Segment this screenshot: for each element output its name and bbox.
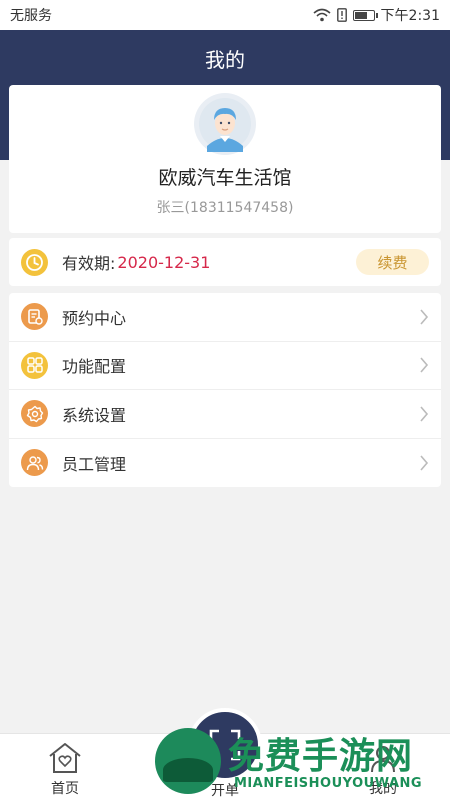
renew-button[interactable]: 续费 — [356, 249, 429, 275]
nav-mine-label: 我的 — [369, 781, 397, 797]
validity-card: 有效期: 2020-12-31 续费 — [9, 238, 441, 286]
nav-mine[interactable]: 我的 — [343, 742, 423, 798]
staff-icon — [21, 449, 48, 477]
home-heart-icon — [49, 743, 81, 773]
scan-icon — [209, 729, 241, 761]
sim-alert-icon — [336, 8, 347, 22]
nav-home-label: 首页 — [51, 781, 79, 797]
clock-text: 下午2:31 — [380, 8, 440, 24]
shop-name: 欧威汽车生活馆 — [158, 167, 292, 189]
user-icon — [371, 746, 395, 773]
nav-open-order[interactable]: 开单 — [185, 780, 265, 800]
menu-item-system-settings[interactable]: 系统设置 — [9, 390, 441, 439]
chevron-right-icon — [420, 309, 429, 325]
menu-item-feature-config[interactable]: 功能配置 — [9, 342, 441, 390]
menu-list: 预约中心 功能配置 系统设置 员工管理 — [9, 293, 441, 487]
chevron-right-icon — [420, 455, 429, 471]
nav-home[interactable]: 首页 — [25, 742, 105, 798]
chevron-right-icon — [420, 406, 429, 422]
user-avatar-icon[interactable] — [194, 93, 256, 155]
menu-item-appointment-center[interactable]: 预约中心 — [9, 293, 441, 342]
carrier-text: 无服务 — [10, 8, 52, 24]
gear-icon — [21, 400, 48, 428]
nav-open-label: 开单 — [211, 783, 239, 799]
chevron-right-icon — [420, 357, 429, 373]
appointment-icon — [21, 303, 48, 331]
status-icons: 下午2:31 — [313, 5, 440, 25]
menu-item-staff-management[interactable]: 员工管理 — [9, 439, 441, 488]
status-bar: 无服务 下午2:31 — [0, 0, 450, 30]
grid-config-icon — [21, 351, 48, 379]
page-title: 我的 — [205, 48, 245, 72]
validity-label: 有效期: — [62, 254, 116, 273]
wifi-icon — [313, 8, 331, 22]
battery-icon — [352, 9, 378, 21]
shop-user: 张三(18311547458) — [156, 200, 294, 216]
scan-button[interactable] — [188, 708, 262, 782]
validity-date: 2020-12-31 — [117, 252, 211, 272]
clock-icon — [21, 248, 48, 276]
menu-item-label: 功能配置 — [62, 357, 127, 377]
menu-item-label: 预约中心 — [62, 308, 127, 328]
menu-item-label: 员工管理 — [62, 454, 127, 474]
profile-card[interactable]: 欧威汽车生活馆 张三(18311547458) — [9, 85, 441, 233]
menu-item-label: 系统设置 — [62, 405, 127, 425]
